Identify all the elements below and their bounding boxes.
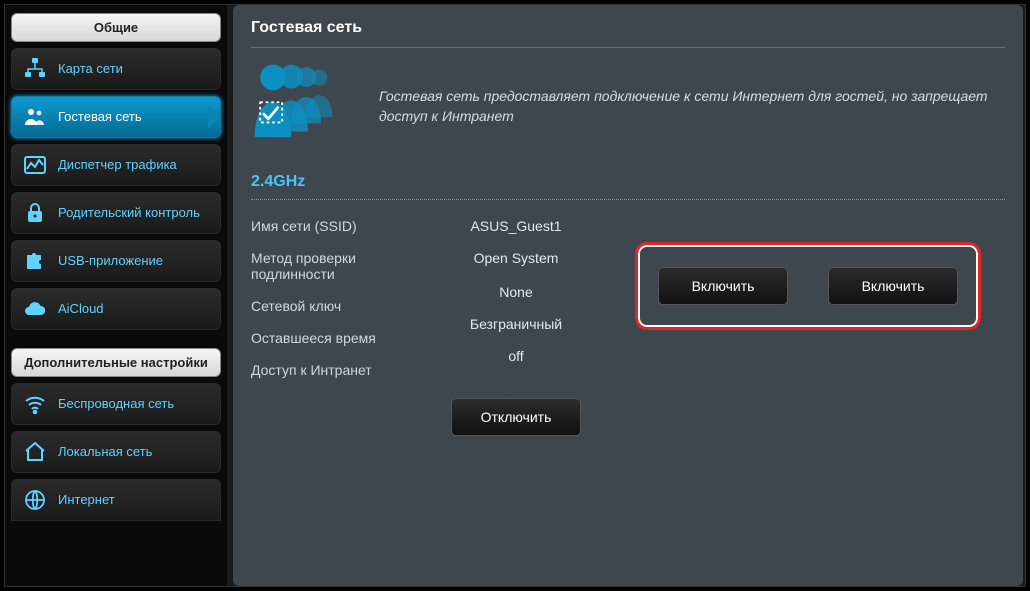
guest-silhouettes-icon (251, 60, 361, 153)
main-panel: Гостевая сеть Гостевая сеть предоставляе… (233, 5, 1023, 586)
auth-value: Open System (441, 250, 591, 282)
sidebar-item-label: Диспетчер трафика (58, 157, 177, 173)
intro-block: Гостевая сеть предоставляет подключение … (251, 60, 1005, 153)
lock-icon (22, 201, 48, 225)
sidebar-item-aicloud[interactable]: AiCloud (11, 288, 221, 330)
home-icon (22, 440, 48, 464)
wifi-icon (22, 392, 48, 416)
intro-text: Гостевая сеть предоставляет подключение … (379, 87, 1005, 126)
page-title: Гостевая сеть (251, 19, 1005, 47)
dotted-divider (251, 199, 1005, 200)
sidebar-item-label: AiCloud (58, 301, 104, 317)
auth-label: Метод проверки подлинности (251, 250, 431, 282)
sidebar-item-label: Карта сети (58, 61, 123, 77)
ssid-label: Имя сети (SSID) (251, 218, 431, 234)
sidebar-item-guest-network[interactable]: Гостевая сеть (11, 96, 221, 138)
puzzle-icon (22, 249, 48, 273)
sidebar-item-network-map[interactable]: Карта сети (11, 48, 221, 90)
sidebar-group-advanced: Дополнительные настройки (11, 348, 221, 377)
time-value: Безграничный (441, 316, 591, 332)
globe-icon (22, 488, 48, 512)
intranet-label: Доступ к Интранет (251, 362, 431, 378)
sidebar-item-parental-control[interactable]: Родительский контроль (11, 192, 221, 234)
intranet-value: off (441, 348, 591, 364)
sidebar-item-label: USB-приложение (58, 253, 163, 269)
ssid-value: ASUS_Guest1 (441, 218, 591, 234)
sidebar-item-lan[interactable]: Локальная сеть (11, 431, 221, 473)
enable-highlight-box: Включить Включить (635, 242, 981, 330)
guest-network-icon (22, 105, 48, 129)
sidebar-item-label: Беспроводная сеть (58, 396, 174, 412)
sidebar-item-label: Интернет (58, 492, 115, 508)
disable-button[interactable]: Отключить (451, 398, 581, 436)
cloud-icon (22, 297, 48, 321)
sidebar-item-label: Родительский контроль (58, 205, 200, 221)
sidebar: Общие Карта сети Гостевая сеть Диспетчер… (5, 5, 227, 586)
sidebar-item-usb-app[interactable]: USB-приложение (11, 240, 221, 282)
guest-settings-table: Имя сети (SSID) ASUS_Guest1 Метод провер… (251, 218, 591, 436)
key-label: Сетевой ключ (251, 298, 431, 314)
divider (251, 47, 1005, 48)
sidebar-item-wireless[interactable]: Беспроводная сеть (11, 383, 221, 425)
sidebar-item-traffic-manager[interactable]: Диспетчер трафика (11, 144, 221, 186)
network-map-icon (22, 57, 48, 81)
sidebar-item-internet[interactable]: Интернет (11, 479, 221, 521)
sidebar-item-label: Гостевая сеть (58, 109, 142, 125)
band-label: 2.4GHz (251, 173, 1005, 191)
sidebar-group-general: Общие (11, 13, 221, 42)
enable-button-2[interactable]: Включить (828, 267, 958, 305)
time-label: Оставшееся время (251, 330, 431, 346)
traffic-icon (22, 153, 48, 177)
sidebar-item-label: Локальная сеть (58, 444, 152, 460)
key-value: None (441, 284, 591, 300)
enable-button-1[interactable]: Включить (658, 267, 788, 305)
